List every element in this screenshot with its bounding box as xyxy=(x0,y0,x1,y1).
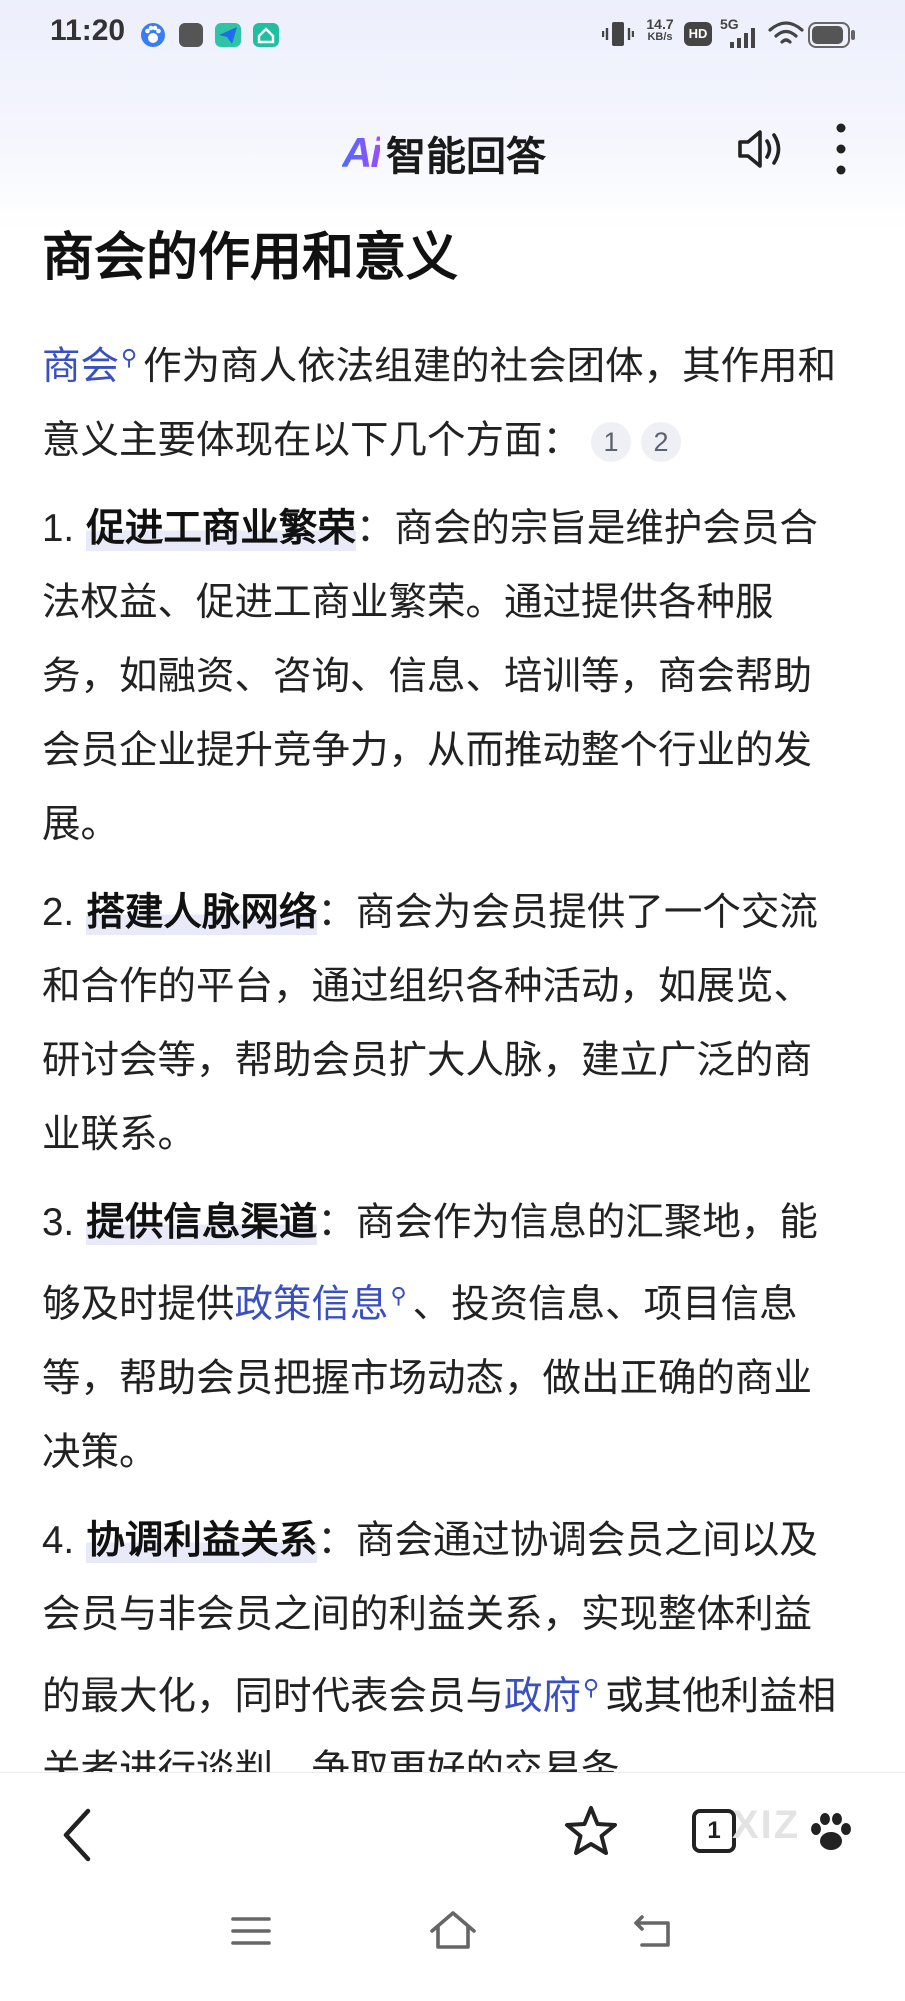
point-number: 3. xyxy=(42,1200,75,1244)
app-notification-icon xyxy=(179,23,203,47)
intro-paragraph: 商会⚲ 作为商人依法组建的社会团体，其作用和意义主要体现在以下几个方面： 1 2 xyxy=(42,322,847,478)
point-heading: 促进工商业繁荣 xyxy=(86,505,356,551)
home-notification-icon xyxy=(253,23,279,47)
point-sep: ： xyxy=(317,889,356,935)
speaker-icon[interactable] xyxy=(736,124,786,174)
paw-logo-icon[interactable] xyxy=(806,1807,856,1857)
policy-info-search-link[interactable]: 政策信息 xyxy=(235,1282,389,1327)
recent-back-icon[interactable] xyxy=(632,1909,676,1951)
send-notification-icon xyxy=(215,23,241,47)
watermark: XIZ xyxy=(732,1803,801,1847)
point-number: 4. xyxy=(42,1518,75,1562)
point-sep: ： xyxy=(317,1517,356,1563)
network-speed-value: 14.7 xyxy=(646,16,674,32)
point-4: 4. 协调利益关系：商会通过协调会员之间以及会员与非会员之间的利益关系，实现整体… xyxy=(42,1504,847,1808)
home-icon[interactable] xyxy=(428,1909,478,1951)
intro-text: 作为商人依法组建的社会团体，其作用和意义主要体现在以下几个方面： xyxy=(42,343,837,463)
answer-title: 商会的作用和意义 xyxy=(42,228,459,288)
cellular-signal-icon: 5G xyxy=(718,16,760,50)
battery-icon xyxy=(808,22,855,48)
point-3: 3. 提供信息渠道：商会作为信息的汇聚地，能够及时提供政策信息⚲ 、投资信息、项目… xyxy=(42,1186,847,1490)
paw-notification-icon xyxy=(141,23,165,47)
wifi-icon xyxy=(768,21,804,44)
hd-badge: HD xyxy=(684,22,712,46)
search-icon[interactable]: ⚲ xyxy=(121,322,137,396)
intro-search-link[interactable]: 商会 xyxy=(42,344,119,389)
point-2: 2. 搭建人脉网络：商会为会员提供了一个交流和合作的平台，通过组织各种活动，如展… xyxy=(42,876,847,1172)
app-header: Ai 智能回答 xyxy=(0,110,905,190)
vibrate-icon xyxy=(602,22,634,46)
network-speed-unit: KB/s xyxy=(647,31,673,43)
logo-title: 智能回答 xyxy=(386,134,546,180)
ai-answer-logo: Ai 智能回答 xyxy=(342,124,546,182)
status-bar: 11:20 14.7 KB/s HD 5G xyxy=(0,0,905,70)
search-icon[interactable]: ⚲ xyxy=(391,1260,407,1334)
star-favorite-icon[interactable] xyxy=(562,1803,620,1861)
menu-icon[interactable] xyxy=(230,1913,272,1949)
tabs-button[interactable]: 1 xyxy=(692,1809,736,1853)
logo-ai-mark: Ai xyxy=(342,129,382,176)
citation-1[interactable]: 1 xyxy=(591,422,632,463)
point-number: 1. xyxy=(42,506,75,550)
government-search-link[interactable]: 政府 xyxy=(504,1673,581,1718)
point-number: 2. xyxy=(42,890,75,934)
bottom-toolbar: 1 XIZ xyxy=(0,1772,905,2001)
status-time: 11:20 xyxy=(50,14,126,47)
point-heading: 提供信息渠道 xyxy=(86,1199,318,1245)
network-speed: 14.7 KB/s xyxy=(641,16,679,44)
answer-content: 商会的作用和意义 商会⚲ 作为商人依法组建的社会团体，其作用和意义主要体现在以下几… xyxy=(42,220,847,1821)
point-heading: 协调利益关系 xyxy=(86,1517,318,1563)
point-1: 1. 促进工商业繁荣：商会的宗旨是维护会员合法权益、促进工商业繁荣。通过提供各种… xyxy=(42,492,847,862)
point-sep: ： xyxy=(355,505,395,551)
more-options-icon[interactable] xyxy=(826,122,856,176)
citation-2[interactable]: 2 xyxy=(641,422,682,463)
point-body: 商会的宗旨是维护会员合法权益、促进工商业繁荣。通过提供各种服务，如融资、咨询、信… xyxy=(42,505,818,847)
point-heading: 搭建人脉网络 xyxy=(86,889,318,935)
back-arrow-icon[interactable] xyxy=(58,1805,98,1865)
point-sep: ： xyxy=(317,1199,356,1245)
search-icon[interactable]: ⚲ xyxy=(583,1652,599,1726)
